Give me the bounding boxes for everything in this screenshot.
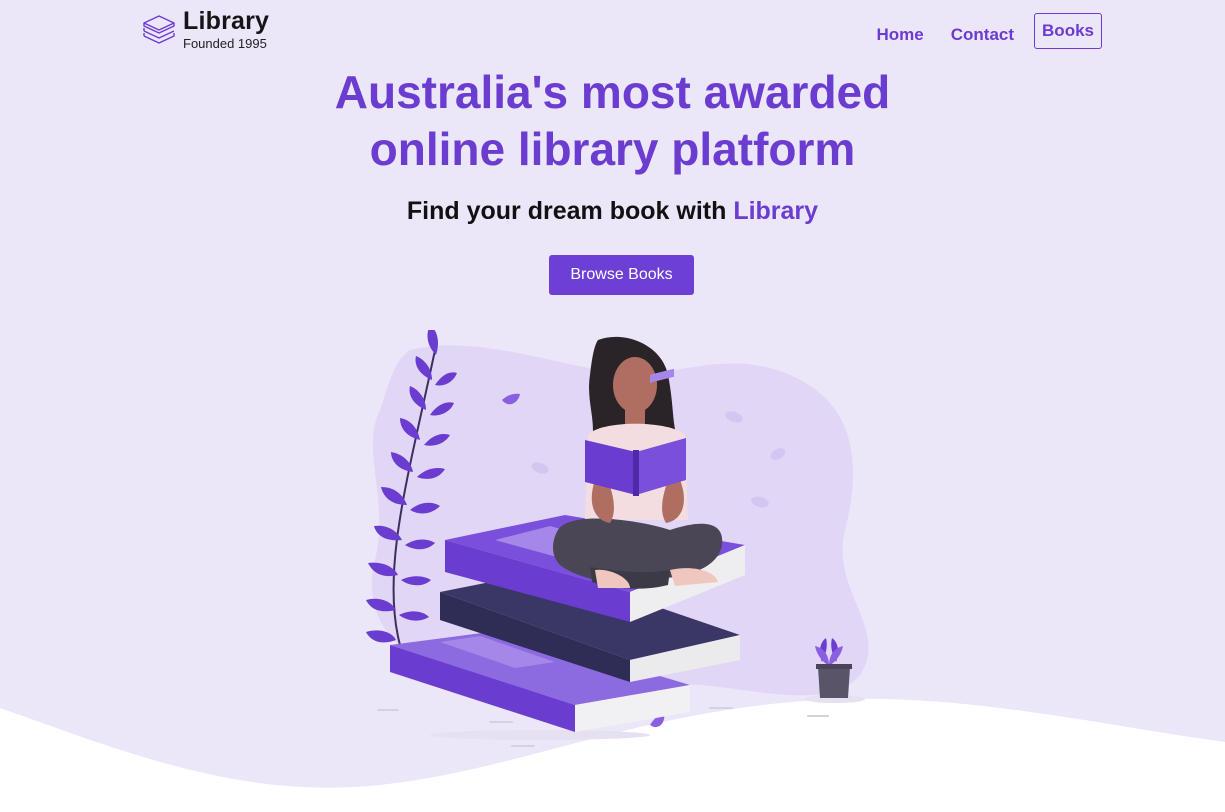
brand-name: Library — [183, 7, 270, 35]
hero-title-line-2: online library platform — [369, 123, 856, 175]
brand-logo[interactable]: Library Founded 1995 — [141, 9, 269, 50]
hero-subtitle: Find your dream book with Library — [0, 197, 1225, 226]
brand-tagline: Founded 1995 — [183, 36, 267, 51]
nav-books-link[interactable]: Books — [1034, 13, 1102, 49]
woman-reading-illustration — [366, 330, 869, 747]
hero-title-line-1: Australia's most awarded — [334, 66, 891, 118]
hero-subtitle-accent: Library — [733, 197, 819, 225]
nav-home-link[interactable]: Home — [877, 18, 924, 45]
hero-title: Australia's most awarded online library … — [0, 64, 1225, 178]
nav-contact-link[interactable]: Contact — [951, 18, 1014, 45]
site-header: Library Founded 1995 Home Contact Books — [0, 0, 1225, 64]
hero-subtitle-text: Find your dream book with — [406, 197, 734, 225]
main-nav: Home Contact Books — [850, 13, 1102, 49]
browse-books-button[interactable]: Browse Books — [549, 255, 694, 295]
books-stack-icon — [143, 14, 175, 44]
